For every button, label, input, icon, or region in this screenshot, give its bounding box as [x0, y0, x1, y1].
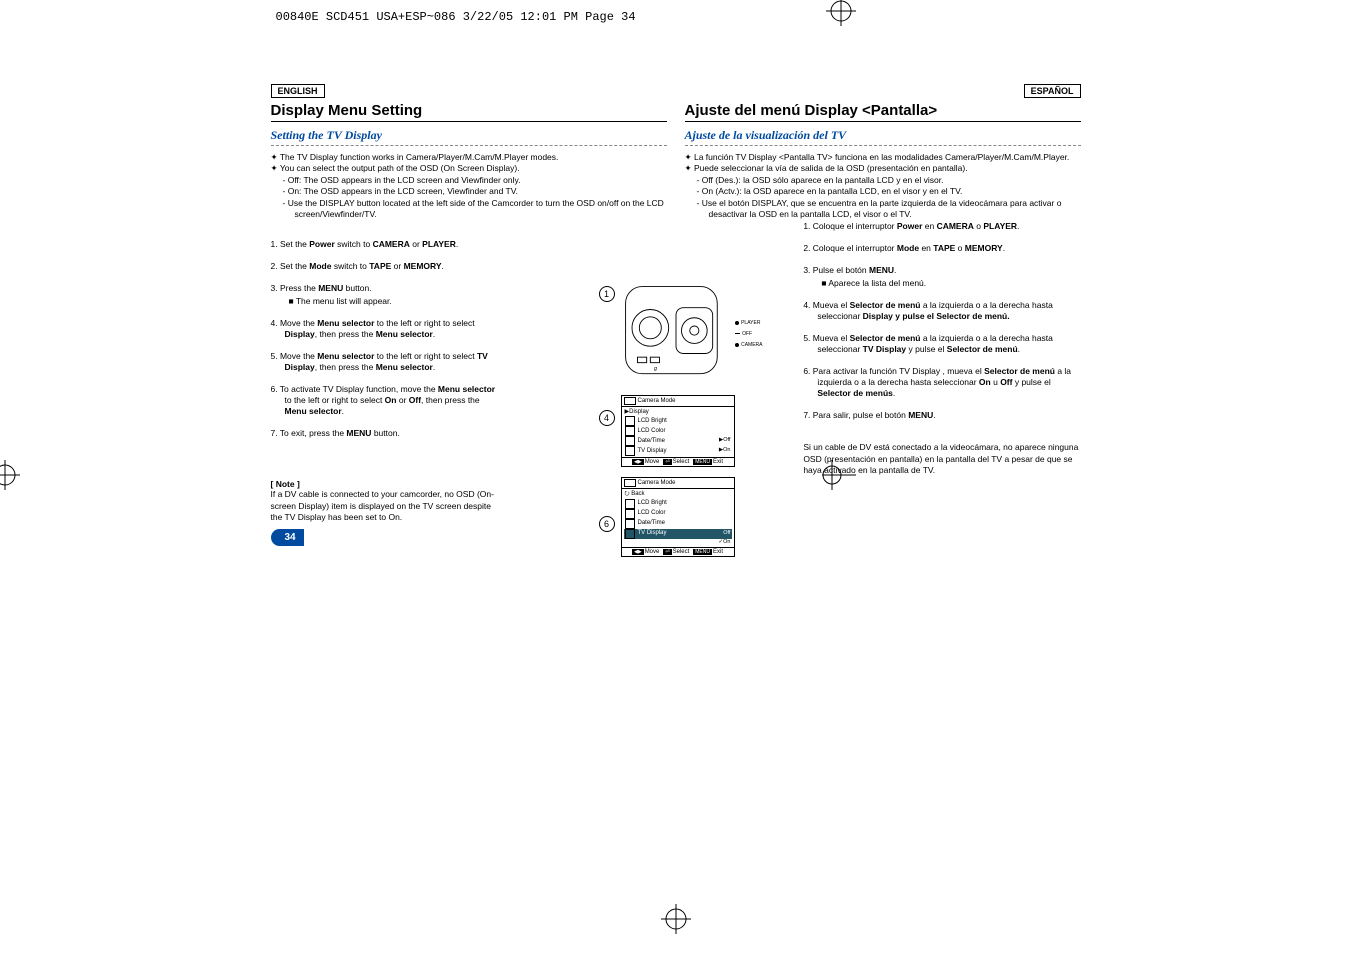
power-switch-labels: PLAYER OFF CAMERA [735, 318, 762, 351]
step-item: 3. Press the MENU button. [271, 283, 501, 294]
title-right: Ajuste del menú Display <Pantalla> [685, 102, 1081, 119]
bullet-item: On: The OSD appears in the LCD screen, V… [271, 186, 667, 197]
menu-row-icon [625, 499, 635, 509]
osd-menu-row: TV Display▶On [624, 446, 732, 456]
rule [685, 121, 1081, 122]
menu-row-icon [625, 426, 635, 436]
bullet-item: Puede seleccionar la vía de salida de la… [685, 163, 1081, 174]
step-sub: ■ Aparece la lista del menú. [803, 278, 1080, 289]
menu-row-icon [625, 519, 635, 529]
bullet-item: On (Actv.): la OSD aparece en la pantall… [685, 186, 1081, 197]
menu-row-icon [625, 446, 635, 456]
subtitle-right: Ajuste de la visualización del TV [685, 128, 1081, 146]
osd-menu-row: LCD Bright [624, 416, 732, 426]
file-header: 00840E SCD451 USA+ESP~086 3/22/05 12:01 … [276, 10, 1081, 24]
step-item: 4. Mueva el Selector de menú a la izquie… [803, 300, 1080, 322]
step-item: 2. Coloque el interruptor Mode en TAPE o… [803, 243, 1080, 254]
rule [271, 121, 667, 122]
osd-menu-row: LCD Color [624, 426, 732, 436]
crop-mark-icon [661, 904, 691, 934]
bullet-item: Off: The OSD appears in the LCD screen a… [271, 175, 667, 186]
bullet-item: Use el botón DISPLAY, que se encuentra e… [685, 198, 1081, 221]
battery-icon [624, 479, 636, 487]
steps-list-right: 1. Coloque el interruptor Power en CAMER… [803, 221, 1080, 422]
step-item: 7. To exit, press the MENU button. [271, 428, 501, 439]
osd-menu-4: Camera Mode ▶Display LCD BrightLCD Color… [621, 395, 735, 467]
crop-mark-icon [0, 460, 20, 490]
osd-menu-row: LCD Bright [624, 499, 732, 509]
step-item: 5. Mueva el Selector de menú a la izquie… [803, 333, 1080, 355]
step-item: 1. Coloque el interruptor Power en CAMER… [803, 221, 1080, 232]
bullet-item: You can select the output path of the OS… [271, 163, 667, 174]
svg-text:g: g [654, 366, 657, 372]
title-left: Display Menu Setting [271, 102, 667, 119]
step-item: 3. Pulse el botón MENU. [803, 265, 1080, 276]
step-item: 6. To activate TV Display function, move… [271, 384, 501, 417]
step-item: 5. Move the Menu selector to the left or… [271, 351, 501, 373]
battery-icon [624, 397, 636, 405]
camcorder-icon: g [621, 282, 731, 383]
step-item: 7. Para salir, pulse el botón MENU. [803, 410, 1080, 421]
step-item: 1. Set the Power switch to CAMERA or PLA… [271, 239, 501, 250]
bullet-item: Use the DISPLAY button located at the le… [271, 198, 667, 221]
step-item: 4. Move the Menu selector to the left or… [271, 318, 501, 340]
osd-menu-6: Camera Mode ⭮ Back LCD BrightLCD ColorDa… [621, 477, 735, 557]
menu-row-icon [625, 509, 635, 519]
note-body-left: If a DV cable is connected to your camco… [271, 489, 501, 523]
lang-badge-es: ESPAÑOL [1024, 84, 1081, 98]
step-item: 6. Para activar la función TV Display , … [803, 366, 1080, 399]
bullet-list-right: La función TV Display <Pantalla TV> func… [685, 152, 1081, 221]
osd-menu-row: LCD Color [624, 509, 732, 519]
steps-list-left: 1. Set the Power switch to CAMERA or PLA… [271, 239, 501, 440]
crop-mark-icon [822, 460, 856, 490]
osd-menu-row: TV DisplayOff [624, 529, 732, 539]
osd-menu-row: Date/Time [624, 519, 732, 529]
osd-menu-row: ✓On [624, 539, 732, 547]
bullet-item: The TV Display function works in Camera/… [271, 152, 667, 163]
step-sub: ■ The menu list will appear. [271, 296, 501, 307]
page-number: 34 [271, 529, 304, 546]
illustration-zone: 1 4 6 g PLAYER OFF CAMERA Camera Mode ▶D… [591, 282, 761, 557]
menu-row-icon [625, 416, 635, 426]
lang-badge-en: ENGLISH [271, 84, 325, 98]
menu-row-icon [625, 529, 635, 539]
subtitle-left: Setting the TV Display [271, 128, 667, 146]
callout-4: 4 [599, 410, 615, 426]
osd-menu-row: Date/Time▶Off [624, 436, 732, 446]
bullet-item: Off (Des.): la OSD sólo aparece en la pa… [685, 175, 1081, 186]
menu-row-icon [625, 436, 635, 446]
callout-6: 6 [599, 516, 615, 532]
bullet-item: La función TV Display <Pantalla TV> func… [685, 152, 1081, 163]
bullet-list-left: The TV Display function works in Camera/… [271, 152, 667, 221]
crop-mark-icon [826, 0, 856, 26]
step-item: 2. Set the Mode switch to TAPE or MEMORY… [271, 261, 501, 272]
callout-1: 1 [599, 286, 615, 302]
